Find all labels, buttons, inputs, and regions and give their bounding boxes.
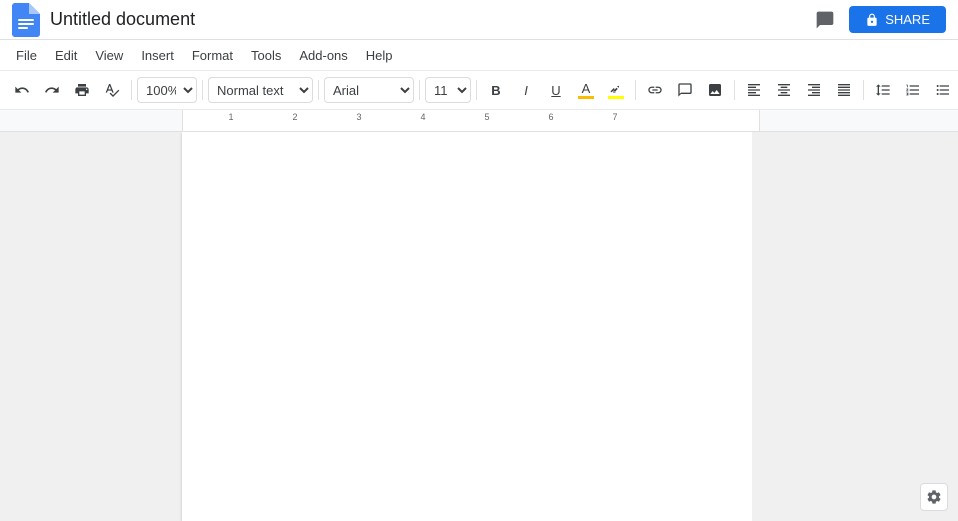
link-button[interactable] xyxy=(641,76,669,104)
chat-icon xyxy=(815,10,835,30)
separator-5 xyxy=(476,80,477,100)
line-spacing-icon xyxy=(875,82,891,98)
gear-icon xyxy=(926,489,942,505)
menu-edit[interactable]: Edit xyxy=(47,44,85,67)
font-size-select[interactable]: 11 xyxy=(425,77,471,103)
align-left-icon xyxy=(746,82,762,98)
justify-button[interactable] xyxy=(830,76,858,104)
toolbar: 100% Normal text Arial 11 B I U A xyxy=(0,70,958,110)
separator-4 xyxy=(419,80,420,100)
menu-bar: File Edit View Insert Format Tools Add-o… xyxy=(0,40,958,70)
menu-insert[interactable]: Insert xyxy=(133,44,182,67)
align-left-button[interactable] xyxy=(740,76,768,104)
separator-7 xyxy=(734,80,735,100)
separator-1 xyxy=(131,80,132,100)
align-right-icon xyxy=(806,82,822,98)
document-area xyxy=(0,132,958,521)
font-select[interactable]: Arial xyxy=(324,77,414,103)
style-select[interactable]: Normal text xyxy=(208,77,313,103)
unordered-list-button[interactable] xyxy=(929,76,957,104)
print-icon xyxy=(74,82,90,98)
align-center-icon xyxy=(776,82,792,98)
title-bar: Untitled document SHARE xyxy=(0,0,958,40)
doc-title[interactable]: Untitled document xyxy=(50,9,809,30)
ordered-list-button[interactable] xyxy=(899,76,927,104)
highlight-color-button[interactable] xyxy=(602,76,630,104)
chat-icon-button[interactable] xyxy=(809,4,841,36)
comment-icon xyxy=(677,82,693,98)
highlight-icon xyxy=(609,81,623,95)
menu-help[interactable]: Help xyxy=(358,44,401,67)
align-right-button[interactable] xyxy=(800,76,828,104)
ruler-tick-4: 4 xyxy=(420,112,425,122)
spellcheck-button[interactable] xyxy=(98,76,126,104)
right-margin xyxy=(752,132,958,521)
redo-icon xyxy=(44,82,60,98)
spellcheck-icon xyxy=(104,82,120,98)
redo-button[interactable] xyxy=(38,76,66,104)
highlight-color-bar xyxy=(608,96,624,99)
bold-button[interactable]: B xyxy=(482,76,510,104)
italic-button[interactable]: I xyxy=(512,76,540,104)
menu-addons[interactable]: Add-ons xyxy=(291,44,355,67)
print-button[interactable] xyxy=(68,76,96,104)
ruler-tick-7: 7 xyxy=(612,112,617,122)
text-color-button[interactable]: A xyxy=(572,76,600,104)
ruler-tick-3: 3 xyxy=(356,112,361,122)
menu-tools[interactable]: Tools xyxy=(243,44,289,67)
separator-3 xyxy=(318,80,319,100)
settings-gear-button[interactable] xyxy=(920,483,948,511)
ruler-inner: 1 2 3 4 5 6 7 xyxy=(182,110,760,132)
share-label: SHARE xyxy=(885,12,930,27)
image-button[interactable] xyxy=(701,76,729,104)
menu-file[interactable]: File xyxy=(8,44,45,67)
line-spacing-button[interactable] xyxy=(869,76,897,104)
underline-button[interactable]: U xyxy=(542,76,570,104)
separator-6 xyxy=(635,80,636,100)
ruler-tick-1: 1 xyxy=(228,112,233,122)
ruler-tick-2: 2 xyxy=(292,112,297,122)
undo-button[interactable] xyxy=(8,76,36,104)
left-margin xyxy=(0,132,182,521)
zoom-select[interactable]: 100% xyxy=(137,77,197,103)
document-page[interactable] xyxy=(182,132,752,521)
menu-format[interactable]: Format xyxy=(184,44,241,67)
title-right: SHARE xyxy=(809,4,946,36)
separator-8 xyxy=(863,80,864,100)
ruler: 1 2 3 4 5 6 7 xyxy=(0,110,958,132)
unordered-list-icon xyxy=(935,82,951,98)
align-center-button[interactable] xyxy=(770,76,798,104)
menu-view[interactable]: View xyxy=(87,44,131,67)
separator-2 xyxy=(202,80,203,100)
undo-icon xyxy=(14,82,30,98)
link-icon xyxy=(647,82,663,98)
ordered-list-icon xyxy=(905,82,921,98)
app-logo xyxy=(12,3,40,37)
ruler-tick-6: 6 xyxy=(548,112,553,122)
lock-icon xyxy=(865,13,879,27)
image-icon xyxy=(707,82,723,98)
ruler-tick-5: 5 xyxy=(484,112,489,122)
justify-icon xyxy=(836,82,852,98)
text-color-bar xyxy=(578,96,594,99)
comment-button[interactable] xyxy=(671,76,699,104)
share-button[interactable]: SHARE xyxy=(849,6,946,33)
